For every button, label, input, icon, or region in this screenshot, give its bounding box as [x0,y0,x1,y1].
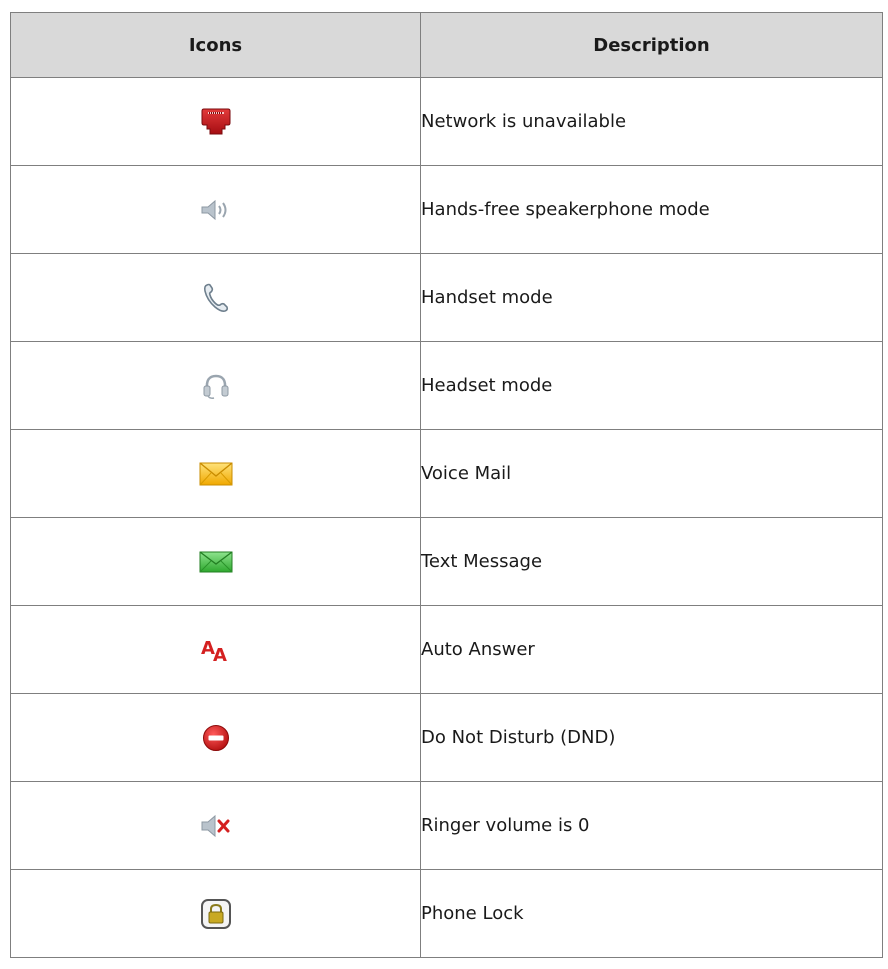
icon-cell [10,253,421,342]
voice-mail-icon [198,461,234,485]
headset-icon [201,374,231,399]
table-row: Do Not Disturb (DND) [10,693,883,782]
description-cell: Auto Answer [420,605,883,694]
phone-lock-icon [200,898,232,929]
description-cell: Network is unavailable [420,77,883,166]
description-cell: Headset mode [420,341,883,430]
icon-cell [10,781,421,870]
icon-cell: A A [10,605,421,694]
table-row: Text Message [10,517,883,606]
icon-cell [10,429,421,518]
table-row: Phone Lock [10,869,883,958]
table-row: Headset mode [10,341,883,430]
table-row: Hands-free speakerphone mode [10,165,883,254]
description-cell: Text Message [420,517,883,606]
icon-cell [10,869,421,958]
network-unavailable-icon [200,108,232,134]
svg-text:A: A [213,645,227,663]
handset-icon [201,283,231,312]
table-row: A A Auto Answer [10,605,883,694]
do-not-disturb-icon [201,724,231,751]
ringer-muted-icon [199,814,233,837]
description-cell: Phone Lock [420,869,883,958]
table-row: Ringer volume is 0 [10,781,883,870]
description-cell: Voice Mail [420,429,883,518]
text-message-icon [198,550,234,572]
description-cell: Handset mode [420,253,883,342]
description-cell: Do Not Disturb (DND) [420,693,883,782]
header-description: Description [420,12,883,78]
icon-cell [10,517,421,606]
header-icons: Icons [10,12,421,78]
table-row: Handset mode [10,253,883,342]
icon-cell [10,77,421,166]
speakerphone-icon [199,199,233,220]
icon-cell [10,693,421,782]
table-header-row: Icons Description [10,12,883,78]
auto-answer-icon: A A [199,638,233,663]
table-row: Network is unavailable [10,77,883,166]
icon-cell [10,341,421,430]
description-cell: Ringer volume is 0 [420,781,883,870]
table-row: Voice Mail [10,429,883,518]
description-cell: Hands-free speakerphone mode [420,165,883,254]
icons-table: Icons Description Network is unavailable… [10,12,883,958]
icon-cell [10,165,421,254]
